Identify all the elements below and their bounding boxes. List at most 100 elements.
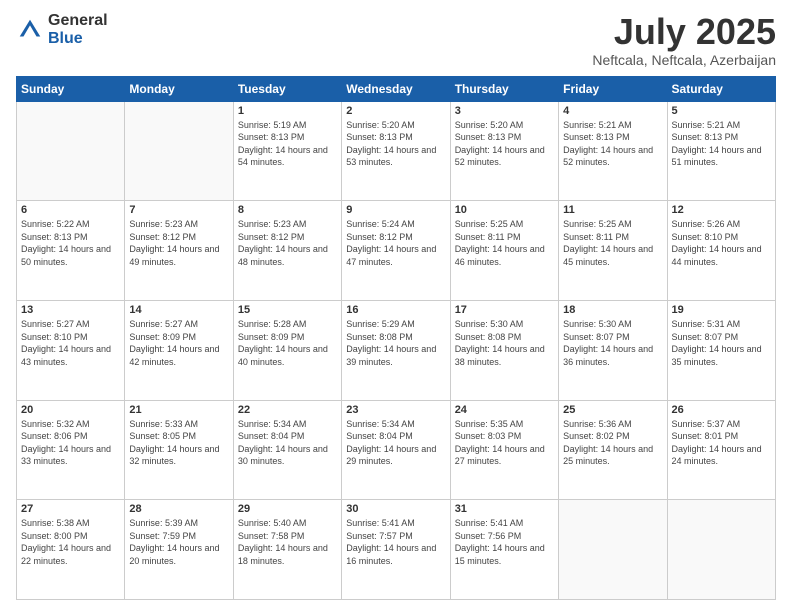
col-thursday: Thursday: [450, 76, 558, 101]
cell-w5-d7: [667, 500, 775, 600]
title-section: July 2025 Neftcala, Neftcala, Azerbaijan: [592, 12, 776, 68]
week-row-4: 20Sunrise: 5:32 AMSunset: 8:06 PMDayligh…: [17, 400, 776, 500]
day-number: 27: [21, 503, 120, 515]
day-info: Sunrise: 5:24 AMSunset: 8:12 PMDaylight:…: [346, 218, 445, 268]
day-info: Sunrise: 5:37 AMSunset: 8:01 PMDaylight:…: [672, 418, 771, 468]
day-number: 30: [346, 503, 445, 515]
cell-w1-d1: [17, 101, 125, 201]
day-info: Sunrise: 5:21 AMSunset: 8:13 PMDaylight:…: [672, 119, 771, 169]
cell-w5-d6: [559, 500, 667, 600]
day-info: Sunrise: 5:20 AMSunset: 8:13 PMDaylight:…: [455, 119, 554, 169]
location: Neftcala, Neftcala, Azerbaijan: [592, 52, 776, 68]
day-info: Sunrise: 5:34 AMSunset: 8:04 PMDaylight:…: [346, 418, 445, 468]
day-info: Sunrise: 5:41 AMSunset: 7:57 PMDaylight:…: [346, 517, 445, 567]
day-info: Sunrise: 5:30 AMSunset: 8:08 PMDaylight:…: [455, 318, 554, 368]
col-friday: Friday: [559, 76, 667, 101]
logo-general: General: [48, 12, 108, 30]
col-wednesday: Wednesday: [342, 76, 450, 101]
logo-blue: Blue: [48, 30, 108, 48]
day-number: 22: [238, 404, 337, 416]
cell-w3-d4: 16 Sunrise: 5:29 AMSunset: 8:08 PMDayligh…: [342, 300, 450, 400]
day-number: 4: [563, 105, 662, 117]
day-number: 18: [563, 304, 662, 316]
cell-w1-d5: 3 Sunrise: 5:20 AMSunset: 8:13 PMDaylight…: [450, 101, 558, 201]
cell-w4-d1: 20Sunrise: 5:32 AMSunset: 8:06 PMDayligh…: [17, 400, 125, 500]
cell-w4-d3: 22 Sunrise: 5:34 AMSunset: 8:04 PMDayligh…: [233, 400, 341, 500]
calendar-table: Sunday Monday Tuesday Wednesday Thursday…: [16, 76, 776, 600]
day-info: Sunrise: 5:21 AMSunset: 8:13 PMDaylight:…: [563, 119, 662, 169]
day-info: Sunrise: 5:40 AMSunset: 7:58 PMDaylight:…: [238, 517, 337, 567]
day-info: Sunrise: 5:27 AMSunset: 8:10 PMDaylight:…: [21, 318, 120, 368]
day-info: Sunrise: 5:32 AMSunset: 8:06 PMDaylight:…: [21, 418, 120, 468]
day-number: 31: [455, 503, 554, 515]
day-info: Sunrise: 5:27 AMSunset: 8:09 PMDaylight:…: [129, 318, 228, 368]
day-number: 9: [346, 204, 445, 216]
day-number: 14: [129, 304, 228, 316]
col-saturday: Saturday: [667, 76, 775, 101]
day-number: 2: [346, 105, 445, 117]
day-number: 24: [455, 404, 554, 416]
cell-w4-d4: 23Sunrise: 5:34 AMSunset: 8:04 PMDayligh…: [342, 400, 450, 500]
day-info: Sunrise: 5:19 AMSunset: 8:13 PMDaylight:…: [238, 119, 337, 169]
cell-w5-d2: 28 Sunrise: 5:39 AMSunset: 7:59 PMDayligh…: [125, 500, 233, 600]
day-info: Sunrise: 5:29 AMSunset: 8:08 PMDaylight:…: [346, 318, 445, 368]
day-info: Sunrise: 5:35 AMSunset: 8:03 PMDaylight:…: [455, 418, 554, 468]
cell-w3-d5: 17Sunrise: 5:30 AMSunset: 8:08 PMDayligh…: [450, 300, 558, 400]
week-row-2: 6 Sunrise: 5:22 AMSunset: 8:13 PMDaylight…: [17, 201, 776, 301]
cell-w5-d1: 27 Sunrise: 5:38 AMSunset: 8:00 PMDayligh…: [17, 500, 125, 600]
logo-icon: [16, 16, 44, 44]
cell-w3-d2: 14 Sunrise: 5:27 AMSunset: 8:09 PMDayligh…: [125, 300, 233, 400]
day-info: Sunrise: 5:36 AMSunset: 8:02 PMDaylight:…: [563, 418, 662, 468]
cell-w1-d4: 2 Sunrise: 5:20 AMSunset: 8:13 PMDaylight…: [342, 101, 450, 201]
cell-w1-d2: [125, 101, 233, 201]
day-info: Sunrise: 5:38 AMSunset: 8:00 PMDaylight:…: [21, 517, 120, 567]
day-info: Sunrise: 5:20 AMSunset: 8:13 PMDaylight:…: [346, 119, 445, 169]
col-sunday: Sunday: [17, 76, 125, 101]
logo: General Blue: [16, 12, 108, 47]
day-number: 11: [563, 204, 662, 216]
day-number: 26: [672, 404, 771, 416]
day-info: Sunrise: 5:25 AMSunset: 8:11 PMDaylight:…: [455, 218, 554, 268]
header: General Blue July 2025 Neftcala, Neftcal…: [16, 12, 776, 68]
cell-w2-d7: 12Sunrise: 5:26 AMSunset: 8:10 PMDayligh…: [667, 201, 775, 301]
day-info: Sunrise: 5:22 AMSunset: 8:13 PMDaylight:…: [21, 218, 120, 268]
day-number: 25: [563, 404, 662, 416]
week-row-1: 1 Sunrise: 5:19 AMSunset: 8:13 PMDaylight…: [17, 101, 776, 201]
day-number: 21: [129, 404, 228, 416]
cell-w4-d2: 21 Sunrise: 5:33 AMSunset: 8:05 PMDayligh…: [125, 400, 233, 500]
day-info: Sunrise: 5:34 AMSunset: 8:04 PMDaylight:…: [238, 418, 337, 468]
day-info: Sunrise: 5:39 AMSunset: 7:59 PMDaylight:…: [129, 517, 228, 567]
day-number: 15: [238, 304, 337, 316]
cell-w1-d3: 1 Sunrise: 5:19 AMSunset: 8:13 PMDaylight…: [233, 101, 341, 201]
cell-w5-d3: 29 Sunrise: 5:40 AMSunset: 7:58 PMDayligh…: [233, 500, 341, 600]
day-number: 10: [455, 204, 554, 216]
cell-w1-d7: 5 Sunrise: 5:21 AMSunset: 8:13 PMDaylight…: [667, 101, 775, 201]
week-row-5: 27 Sunrise: 5:38 AMSunset: 8:00 PMDayligh…: [17, 500, 776, 600]
day-number: 16: [346, 304, 445, 316]
day-number: 6: [21, 204, 120, 216]
cell-w3-d7: 19Sunrise: 5:31 AMSunset: 8:07 PMDayligh…: [667, 300, 775, 400]
month-title: July 2025: [592, 12, 776, 52]
day-number: 29: [238, 503, 337, 515]
cell-w3-d6: 18Sunrise: 5:30 AMSunset: 8:07 PMDayligh…: [559, 300, 667, 400]
day-number: 3: [455, 105, 554, 117]
day-info: Sunrise: 5:31 AMSunset: 8:07 PMDaylight:…: [672, 318, 771, 368]
calendar-header-row: Sunday Monday Tuesday Wednesday Thursday…: [17, 76, 776, 101]
cell-w4-d5: 24 Sunrise: 5:35 AMSunset: 8:03 PMDayligh…: [450, 400, 558, 500]
day-number: 28: [129, 503, 228, 515]
day-number: 5: [672, 105, 771, 117]
cell-w5-d4: 30 Sunrise: 5:41 AMSunset: 7:57 PMDayligh…: [342, 500, 450, 600]
day-info: Sunrise: 5:33 AMSunset: 8:05 PMDaylight:…: [129, 418, 228, 468]
day-number: 1: [238, 105, 337, 117]
day-number: 7: [129, 204, 228, 216]
cell-w3-d3: 15Sunrise: 5:28 AMSunset: 8:09 PMDayligh…: [233, 300, 341, 400]
cell-w2-d5: 10 Sunrise: 5:25 AMSunset: 8:11 PMDayligh…: [450, 201, 558, 301]
day-info: Sunrise: 5:23 AMSunset: 8:12 PMDaylight:…: [238, 218, 337, 268]
cell-w3-d1: 13Sunrise: 5:27 AMSunset: 8:10 PMDayligh…: [17, 300, 125, 400]
cell-w2-d4: 9 Sunrise: 5:24 AMSunset: 8:12 PMDaylight…: [342, 201, 450, 301]
day-info: Sunrise: 5:25 AMSunset: 8:11 PMDaylight:…: [563, 218, 662, 268]
logo-text: General Blue: [48, 12, 108, 47]
cell-w5-d5: 31Sunrise: 5:41 AMSunset: 7:56 PMDayligh…: [450, 500, 558, 600]
cell-w2-d1: 6 Sunrise: 5:22 AMSunset: 8:13 PMDaylight…: [17, 201, 125, 301]
day-number: 8: [238, 204, 337, 216]
